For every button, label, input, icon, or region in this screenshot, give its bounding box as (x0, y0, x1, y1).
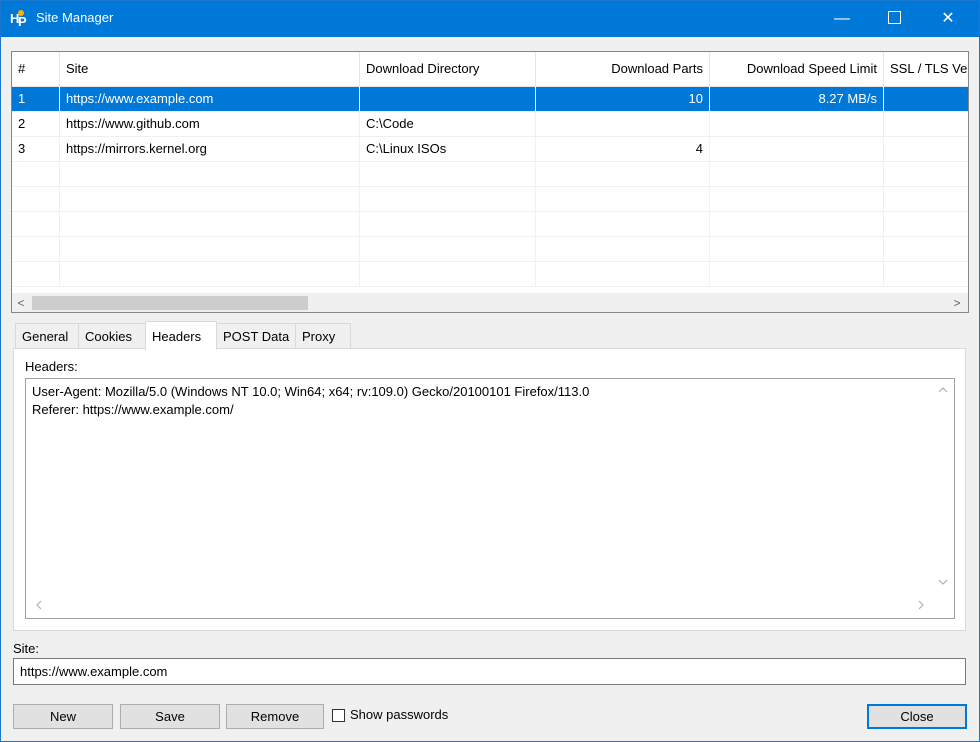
new-button[interactable]: New (13, 704, 113, 729)
column-header-ssl-tls-version[interactable]: SSL / TLS Ve (884, 52, 968, 86)
cell-download-speed-limit: 8.27 MB/s (710, 87, 884, 111)
title-bar[interactable]: H P Site Manager — ✕ (1, 1, 979, 37)
sites-list-horizontal-scrollbar[interactable]: < > (12, 293, 968, 312)
scroll-down-icon[interactable] (936, 577, 950, 591)
scroll-up-icon[interactable] (936, 385, 950, 399)
column-header-download-directory[interactable]: Download Directory (360, 52, 536, 86)
scrollbar-thumb[interactable] (32, 296, 308, 310)
cell-download-directory (360, 87, 536, 111)
site-manager-window: H P Site Manager — ✕ # Site Download Dir… (0, 0, 980, 742)
column-header-download-speed-limit[interactable]: Download Speed Limit (710, 52, 884, 86)
column-header-site[interactable]: Site (60, 52, 360, 86)
scroll-right-icon[interactable] (914, 599, 928, 613)
cell-site: https://www.github.com (60, 112, 360, 136)
cell-number: 3 (12, 137, 60, 161)
show-passwords-label[interactable]: Show passwords (350, 707, 448, 722)
tab-general[interactable]: General (15, 323, 79, 349)
scroll-left-icon[interactable]: < (12, 294, 30, 312)
maximize-button[interactable] (871, 1, 917, 37)
close-icon: ✕ (941, 10, 955, 27)
cell-download-speed-limit (710, 137, 884, 161)
cell-ssl-tls-version (884, 137, 968, 161)
svg-text:P: P (18, 14, 27, 29)
table-row[interactable]: 1 https://www.example.com 10 8.27 MB/s (12, 87, 968, 112)
cell-download-parts: 4 (536, 137, 710, 161)
cell-download-directory: C:\Linux ISOs (360, 137, 536, 161)
window-title: Site Manager (36, 10, 114, 25)
scroll-right-icon[interactable]: > (948, 294, 966, 312)
tab-cookies[interactable]: Cookies (78, 323, 146, 349)
column-header-number[interactable]: # (12, 52, 60, 86)
sites-list-header: # Site Download Directory Download Parts… (12, 52, 968, 87)
cell-site: https://www.example.com (60, 87, 360, 111)
cell-site: https://mirrors.kernel.org (60, 137, 360, 161)
site-input[interactable]: https://www.example.com (13, 658, 966, 685)
save-button[interactable]: Save (120, 704, 220, 729)
empty-row (12, 187, 968, 212)
cell-ssl-tls-version (884, 87, 968, 111)
tab-headers[interactable]: Headers (145, 321, 217, 350)
empty-row (12, 237, 968, 262)
close-window-button[interactable]: ✕ (925, 1, 971, 37)
sites-list[interactable]: # Site Download Directory Download Parts… (11, 51, 969, 313)
cell-download-speed-limit (710, 112, 884, 136)
cell-download-parts (536, 112, 710, 136)
empty-row (12, 212, 968, 237)
table-row[interactable]: 3 https://mirrors.kernel.org C:\Linux IS… (12, 137, 968, 162)
cell-download-parts: 10 (536, 87, 710, 111)
headers-text[interactable]: User-Agent: Mozilla/5.0 (Windows NT 10.0… (32, 383, 924, 419)
site-label: Site: (13, 641, 40, 656)
minimize-button[interactable]: — (819, 1, 865, 37)
remove-button[interactable]: Remove (226, 704, 324, 729)
column-header-download-parts[interactable]: Download Parts (536, 52, 710, 86)
empty-row (12, 162, 968, 187)
cell-number: 1 (12, 87, 60, 111)
tab-post-data[interactable]: POST Data (216, 323, 296, 349)
cell-download-directory: C:\Code (360, 112, 536, 136)
cell-ssl-tls-version (884, 112, 968, 136)
cell-number: 2 (12, 112, 60, 136)
app-icon: H P (9, 9, 29, 29)
tab-proxy[interactable]: Proxy (295, 323, 351, 349)
close-button[interactable]: Close (867, 704, 967, 729)
headers-label: Headers: (25, 359, 78, 374)
headers-textarea[interactable]: User-Agent: Mozilla/5.0 (Windows NT 10.0… (25, 378, 955, 619)
table-row[interactable]: 2 https://www.github.com C:\Code (12, 112, 968, 137)
scroll-left-icon[interactable] (32, 599, 46, 613)
show-passwords-checkbox[interactable] (332, 709, 345, 722)
empty-row (12, 262, 968, 287)
maximize-icon (887, 10, 901, 24)
headers-tab-panel: Headers: User-Agent: Mozilla/5.0 (Window… (13, 348, 966, 631)
minimize-icon: — (834, 10, 850, 27)
sites-list-rows: 1 https://www.example.com 10 8.27 MB/s 2… (12, 87, 968, 287)
